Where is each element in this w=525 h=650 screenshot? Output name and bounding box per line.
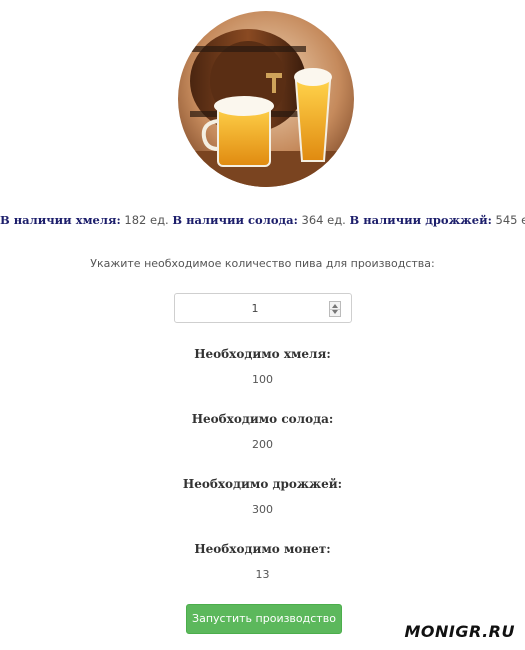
arrow-up-icon[interactable] bbox=[332, 304, 338, 308]
quantity-prompt: Укажите необходимое количество пива для … bbox=[90, 257, 435, 270]
hops-required-value: 100 bbox=[252, 373, 273, 386]
coins-required-label: Необходимо монет: bbox=[194, 542, 331, 556]
yeast-required: Необходимо дрожжей: 300 bbox=[0, 477, 525, 516]
yeast-required-value: 300 bbox=[252, 503, 273, 516]
coins-required: Необходимо монет: 13 bbox=[0, 542, 525, 581]
yeast-stock-value: 545 ед. bbox=[495, 213, 525, 227]
quantity-stepper[interactable] bbox=[174, 293, 352, 323]
yeast-required-label: Необходимо дрожжей: bbox=[182, 477, 343, 491]
hops-required-label: Необходимо хмеля: bbox=[194, 347, 331, 361]
hops-stock-label: В наличии хмеля: bbox=[0, 213, 121, 227]
stock-line: В наличии хмеля: 182 ед. В наличии солод… bbox=[0, 213, 525, 227]
start-production-button[interactable]: Запустить производство bbox=[186, 604, 342, 634]
malt-required-label: Необходимо солода: bbox=[191, 412, 334, 426]
coins-required-value: 13 bbox=[255, 568, 270, 581]
arrow-down-icon[interactable] bbox=[332, 310, 338, 314]
watermark: MONIGR.RU bbox=[404, 622, 515, 641]
hops-required: Необходимо хмеля: 100 bbox=[0, 347, 525, 386]
malt-stock-label: В наличии солода: bbox=[172, 213, 298, 227]
spinner-arrows[interactable] bbox=[329, 301, 341, 317]
hops-stock-value: 182 ед. bbox=[124, 213, 169, 227]
malt-stock-value: 364 ед. bbox=[301, 213, 346, 227]
yeast-stock-label: В наличии дрожжей: bbox=[349, 213, 492, 227]
malt-required: Необходимо солода: 200 bbox=[0, 412, 525, 451]
malt-required-value: 200 bbox=[252, 438, 273, 451]
beer-barrel-image bbox=[178, 11, 354, 187]
quantity-input[interactable] bbox=[175, 294, 335, 322]
